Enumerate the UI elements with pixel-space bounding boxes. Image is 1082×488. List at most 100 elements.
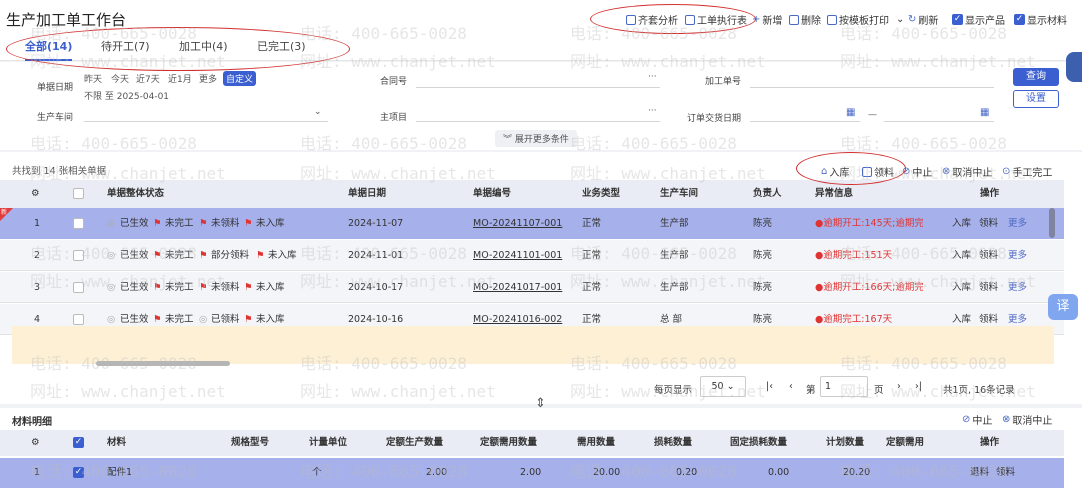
row-checkbox[interactable]: ✓ [73,467,84,478]
column-settings-icon[interactable]: ⚙ [31,180,40,208]
flag-icon: ⚑ [199,282,208,293]
filter-panel: 单据日期 昨天 今天 近7天 近1月 更多 自定义 不限 至 2025-04-0… [0,62,1082,150]
translate-button[interactable]: 译 [1048,294,1078,320]
material-cancel-suspend-button[interactable]: ⊗ 取消中止 [1002,412,1052,427]
chip-today[interactable]: 今天 [111,72,129,85]
manual-complete-button[interactable]: ⊙ 手工完工 [1002,164,1052,179]
settings-button[interactable]: 设置 [1013,90,1059,108]
row-pick-link[interactable]: 领料 [979,208,998,239]
delete-button[interactable]: 删除 [789,12,821,27]
home-icon: ⌂ [821,166,828,177]
page-input[interactable]: 1 [820,376,868,397]
workshop-select[interactable] [84,108,328,122]
table-row[interactable]: 新 1 ◎ 已生效 ⚑ 未完工 ⚑ 未领料 ⚑ 未入库 2024-11-07 M… [0,208,1064,239]
delivery-date-label: 订单交货日期 [687,114,742,124]
chip-custom[interactable]: 自定义 [223,71,257,86]
chip-more[interactable]: 更多 [199,72,217,85]
tab-completed[interactable]: 已完工(3) [257,39,306,61]
order-code-link[interactable]: MO-20241017-001 [473,272,562,303]
page-suffix: 页 [874,385,884,396]
chip-1month[interactable]: 近1月 [168,72,192,85]
expand-conditions-button[interactable]: ︾ 展开更多条件 [495,130,577,147]
horizontal-scrollbar[interactable] [96,361,230,366]
row-checkbox[interactable] [73,250,84,261]
table-row[interactable]: 2 ◎ 已生效 ⚑ 未完工 ⚑ 部分领料 ⚑ 未入库 2024-11-01 MO… [0,240,1064,271]
order-code-link[interactable]: MO-20241107-001 [473,208,562,239]
select-all-checkbox[interactable]: ✓ [73,437,84,448]
tab-all[interactable]: 全部(14) [25,39,73,61]
table-header: ⚙ 单据整体状态 单据日期 单据编号 业务类型 生产车间 负责人 异常信息 操作 [0,180,1064,208]
trash-icon [789,14,799,25]
main-item-input[interactable] [416,108,660,122]
page-title: 生产加工单工作台 [6,11,127,29]
row-stock-in-link[interactable]: 入库 [952,208,971,239]
chip-7days[interactable]: 近7天 [136,72,160,85]
delivery-end-input[interactable] [884,108,994,122]
flag-icon: ⚑ [199,250,208,261]
table-row[interactable]: 3 ◎ 已生效 ⚑ 未完工 ⚑ 未领料 ⚑ 未入库 2024-10-17 MO-… [0,272,1064,303]
tab-pending[interactable]: 待开工(7) [101,39,150,61]
order-no-input[interactable] [750,74,994,88]
query-button[interactable]: 查询 [1013,68,1059,86]
material-suspend-button[interactable]: ⊘ 中止 [962,412,992,427]
chevron-down-icon[interactable]: ⌄ [314,107,322,117]
row-more-link[interactable]: 更多 [1008,272,1027,303]
top-bar: 生产加工单工作台 齐套分析 工单执行表 + 新增 删除 按模板打印 ⌄ ↻ 刷新 ✓ 显… [0,0,1082,35]
row-stock-in-link[interactable]: 入库 [952,240,971,271]
vertical-scrollbar[interactable] [1049,208,1055,238]
return-material-link[interactable]: 退料 [970,458,989,488]
cancel-suspend-button[interactable]: ⊗ 取消中止 [942,164,992,179]
row-more-link[interactable]: 更多 [1008,208,1027,239]
work-order-report-button[interactable]: 工单执行表 [685,12,747,27]
col-status: 单据整体状态 [107,188,165,199]
contract-more-icon[interactable]: ··· [648,72,657,82]
col-code: 单据编号 [473,188,512,199]
per-page-select[interactable]: 50 ⌄ [700,376,746,397]
order-code-link[interactable]: MO-20241101-001 [473,240,562,271]
row-more-link[interactable]: 更多 [1008,240,1027,271]
chevron-down-icon: ⌄ [726,381,735,392]
column-settings-icon[interactable]: ⚙ [31,430,40,456]
flag-icon: ⚑ [244,282,253,293]
cancel-icon: ⊗ [942,166,951,177]
row-checkbox[interactable] [73,218,84,229]
calendar-icon[interactable]: ▦ [980,107,989,118]
main-item-more-icon[interactable]: ··· [648,106,657,116]
show-material-toggle[interactable]: ✓ 显示材料 [1014,12,1067,27]
show-product-toggle[interactable]: ✓ 显示产品 [952,12,1005,27]
report-icon [685,14,695,25]
kit-analysis-button[interactable]: 齐套分析 [626,12,678,27]
analysis-icon [626,14,636,25]
refresh-button[interactable]: ↻ 刷新 [908,12,938,27]
prev-page-icon[interactable]: ‹ [789,381,793,392]
material-row[interactable]: 1 ✓ 配件1 个 2.00 2.00 20.00 0.20 0.00 20.2… [0,458,1064,488]
add-button[interactable]: + 新增 [752,12,782,27]
pick-material-link[interactable]: 领料 [996,458,1015,488]
material-title: 材料明细 [12,417,52,428]
select-all-checkbox[interactable] [73,188,84,199]
row-checkbox[interactable] [73,314,84,325]
first-page-icon[interactable]: |‹ [766,381,773,392]
pick-material-button[interactable]: 领料 [862,164,894,179]
delivery-start-input[interactable] [750,108,860,122]
work-order-grid: 共找到 14 张相关单据 ⌂ 入库 领料 ⊘ 中止 ⊗ 取消中止 ⊙ 手工完工 ⚙ 单据… [0,152,1082,404]
double-chevron-down-icon: ︾ [503,135,515,145]
chip-yesterday[interactable]: 昨天 [84,72,102,85]
contract-input[interactable] [416,74,660,88]
side-assistant-icon[interactable] [1066,52,1082,82]
status-tabs: 全部(14) 待开工(7) 加工中(4) 已完工(3) [0,35,1082,61]
last-page-icon[interactable]: ›| [915,381,922,392]
row-stock-in-link[interactable]: 入库 [952,272,971,303]
print-button[interactable]: 按模板打印 ⌄ [827,12,904,27]
calendar-icon[interactable]: ▦ [846,107,855,118]
stock-in-button[interactable]: ⌂ 入库 [821,164,849,179]
date-range-text[interactable]: 不限 至 2025-04-01 [84,89,169,102]
new-badge-label: 新 [1,209,8,216]
suspend-button[interactable]: ⊘ 中止 [902,164,932,179]
row-pick-link[interactable]: 领料 [979,272,998,303]
next-page-icon[interactable]: › [897,381,901,392]
row-checkbox[interactable] [73,282,84,293]
col-owner: 负责人 [753,188,782,199]
row-pick-link[interactable]: 领料 [979,240,998,271]
tab-in-progress[interactable]: 加工中(4) [179,39,228,61]
